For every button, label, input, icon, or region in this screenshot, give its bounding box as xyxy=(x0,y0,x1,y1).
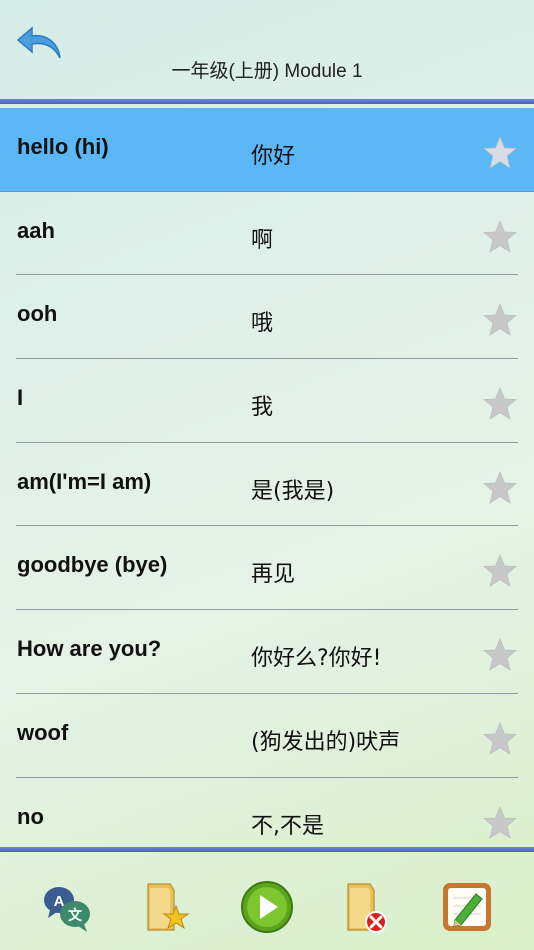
favorite-star-icon[interactable] xyxy=(481,637,519,673)
chinese-meaning: 啊 xyxy=(251,227,274,253)
english-word: hello (hi) xyxy=(17,134,109,159)
chinese-meaning: 不,不是 xyxy=(251,813,324,839)
favorites-button[interactable] xyxy=(140,880,194,934)
word-row[interactable]: aah 啊 xyxy=(0,192,534,276)
delete-folder-icon xyxy=(347,883,387,933)
chinese-meaning: 是(我是) xyxy=(251,478,335,504)
word-list: hello (hi) 你好 aah 啊 ooh 哦 I 我 am(I'm=I am) 是(我是) g… xyxy=(0,108,534,847)
word-row[interactable]: woof (狗发出的)吠声 xyxy=(0,694,534,778)
english-word: How are you? xyxy=(17,636,162,662)
chinese-meaning: 我 xyxy=(251,395,274,421)
english-word: woof xyxy=(17,719,69,745)
word-row[interactable]: I我 xyxy=(0,359,534,443)
play-icon xyxy=(241,881,293,933)
header-divider xyxy=(0,99,534,104)
word-row[interactable]: How are you? 你好么?你好! xyxy=(0,610,534,694)
page-title: 一年级(上册) Module 1 xyxy=(171,61,363,82)
english-word: am(I'm=I am) xyxy=(17,468,152,494)
english-word: aah xyxy=(17,217,55,243)
translate-button[interactable]: A 文 xyxy=(40,880,94,934)
chinese-meaning: 哦 xyxy=(251,311,274,337)
chinese-meaning: 你好 xyxy=(251,144,296,169)
favorites-folder-icon xyxy=(147,883,190,931)
word-row[interactable]: ooh 哦 xyxy=(0,275,534,360)
favorite-star-icon[interactable] xyxy=(481,219,519,255)
favorite-star-icon[interactable] xyxy=(481,302,519,338)
svg-text:文: 文 xyxy=(68,907,83,924)
english-word: I xyxy=(17,385,24,411)
favorite-star-icon[interactable] xyxy=(481,805,519,841)
favorite-star-icon[interactable] xyxy=(481,135,519,171)
play-button[interactable] xyxy=(240,880,294,934)
edit-button[interactable] xyxy=(440,880,494,934)
translate-icon: A 文 xyxy=(44,887,90,932)
chinese-meaning: 再见 xyxy=(251,562,296,588)
favorite-star-icon[interactable] xyxy=(481,470,519,506)
favorite-star-icon[interactable] xyxy=(481,721,519,757)
english-word: goodbye (bye) xyxy=(17,552,168,578)
english-word: no xyxy=(17,803,44,829)
favorite-star-icon[interactable] xyxy=(481,553,519,589)
header: 一年级(上册) Module 1 xyxy=(0,0,534,100)
edit-note-icon xyxy=(443,883,491,931)
word-row[interactable]: no 不,不是 xyxy=(0,778,534,848)
favorite-star-icon[interactable] xyxy=(481,386,519,422)
chinese-meaning: (狗发出的)吠声 xyxy=(251,729,401,755)
delete-button[interactable] xyxy=(340,880,394,934)
word-row[interactable]: goodbye (bye) 再见 xyxy=(0,526,534,611)
chinese-meaning: 你好么?你好! xyxy=(251,646,382,672)
word-row[interactable]: hello (hi) 你好 xyxy=(0,108,534,192)
word-row[interactable]: am(I'm=I am) 是(我是) xyxy=(0,443,534,527)
english-word: ooh xyxy=(17,301,58,327)
